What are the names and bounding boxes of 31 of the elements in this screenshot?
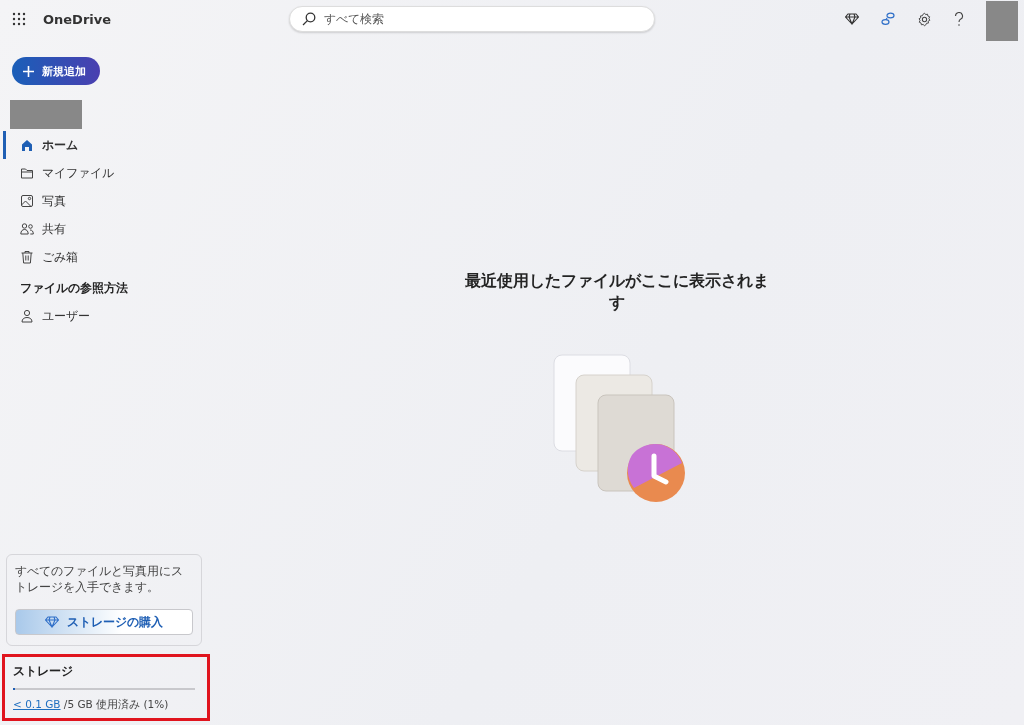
- diamond-icon[interactable]: [845, 13, 859, 25]
- help-icon[interactable]: [954, 11, 964, 27]
- nav-item[interactable]: 写真: [3, 187, 210, 215]
- person-icon: [20, 309, 34, 323]
- home-icon: [20, 138, 34, 152]
- chat-bubbles-icon[interactable]: [881, 12, 895, 26]
- redacted-block: [10, 100, 82, 129]
- storage-title: ストレージ: [13, 663, 74, 680]
- promo-text: すべてのファイルと写真用にストレージを入手できます。: [15, 562, 184, 595]
- section-heading: ファイルの参照方法: [19, 280, 129, 297]
- nav-item[interactable]: ユーザー: [3, 302, 210, 330]
- nav-item[interactable]: 共有: [3, 215, 210, 243]
- app-launcher-icon[interactable]: [12, 12, 26, 26]
- new-button[interactable]: 新規追加: [12, 57, 100, 85]
- people-icon: [20, 222, 34, 236]
- search-icon: [302, 12, 316, 26]
- plus-icon: [23, 65, 34, 77]
- trash-icon: [20, 250, 34, 264]
- storage-usage-text: /5 GB 使用済み (1%): [63, 698, 169, 710]
- app-name[interactable]: OneDrive: [43, 11, 112, 27]
- search-field[interactable]: すべて検索: [289, 6, 655, 32]
- diamond-icon: [45, 616, 59, 628]
- nav-item[interactable]: ごみ箱: [3, 243, 210, 271]
- settings-icon[interactable]: [917, 11, 932, 27]
- buy-storage-button[interactable]: ストレージの購入: [15, 609, 193, 635]
- nav-item[interactable]: マイファイル: [3, 159, 210, 187]
- empty-state-message: 最近使用したファイルがここに表示されます: [464, 270, 770, 315]
- nav-item[interactable]: ホーム: [3, 131, 210, 159]
- folder-icon: [20, 166, 34, 180]
- storage-used-link[interactable]: < 0.1 GB: [13, 698, 61, 710]
- image-icon: [20, 194, 34, 208]
